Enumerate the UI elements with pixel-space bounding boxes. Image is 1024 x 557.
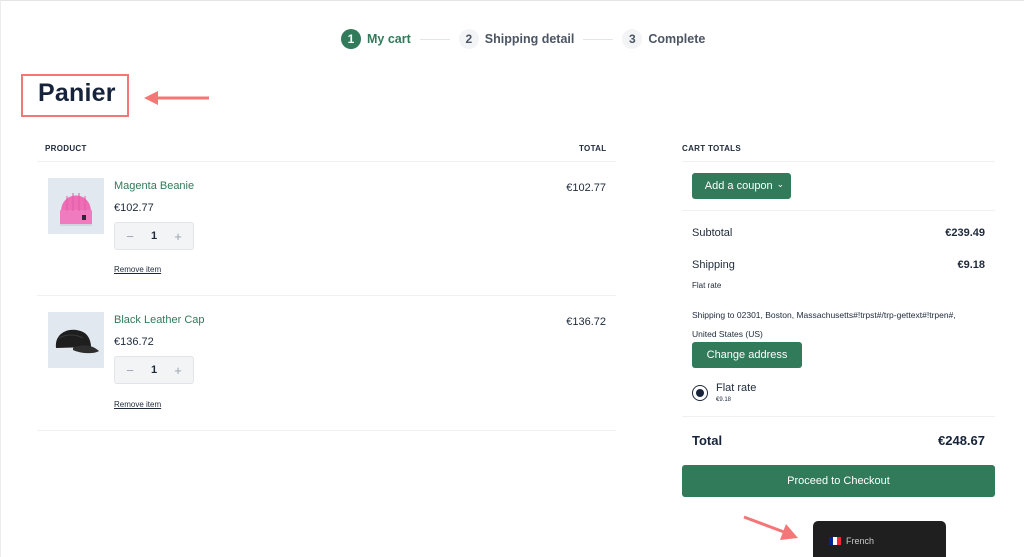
radio-selected-dot bbox=[696, 389, 704, 397]
quantity-value[interactable]: 1 bbox=[151, 364, 157, 376]
shipping-rate-label: Flat rate bbox=[716, 382, 757, 394]
total-label: Total bbox=[692, 433, 723, 448]
shipping-rate-radio[interactable] bbox=[692, 385, 708, 401]
step-divider bbox=[419, 38, 450, 40]
shipping-method: Flat rate bbox=[692, 281, 722, 290]
shipping-address: Shipping to 02301, Boston, Massachusetts… bbox=[692, 310, 956, 339]
proceed-to-checkout-button[interactable]: Proceed to Checkout bbox=[682, 465, 995, 497]
product-name-link[interactable]: Black Leather Cap bbox=[114, 314, 205, 326]
step-divider bbox=[583, 38, 614, 40]
shipping-rate-price: €9.18 bbox=[716, 397, 732, 403]
total-value: €248.67 bbox=[938, 433, 985, 448]
product-price: €136.72 bbox=[114, 336, 154, 348]
divider bbox=[37, 295, 616, 296]
column-header-product: PRODUCT bbox=[45, 144, 87, 153]
decrease-quantity-button[interactable]: − bbox=[123, 229, 137, 244]
annotation-arrow-icon bbox=[144, 91, 209, 105]
subtotal-label: Subtotal bbox=[692, 227, 733, 239]
checkout-stepper: 1 My cart 2 Shipping detail 3 Complete bbox=[341, 29, 705, 49]
step-number: 2 bbox=[458, 29, 479, 49]
subtotal-value: €239.49 bbox=[945, 227, 985, 239]
quantity-stepper: − 1 + bbox=[114, 356, 194, 384]
beanie-icon bbox=[60, 193, 92, 226]
product-image-magenta-beanie[interactable] bbox=[48, 178, 104, 234]
shipping-value: €9.18 bbox=[957, 259, 985, 271]
french-flag-icon bbox=[829, 537, 841, 545]
step-number: 1 bbox=[341, 29, 361, 49]
divider bbox=[37, 161, 616, 162]
flag-stripe-red bbox=[837, 537, 841, 545]
product-name-link[interactable]: Magenta Beanie bbox=[114, 180, 194, 192]
step-complete[interactable]: 3 Complete bbox=[622, 29, 705, 49]
step-number: 3 bbox=[622, 29, 643, 49]
line-total: €102.77 bbox=[566, 182, 606, 194]
increase-quantity-button[interactable]: + bbox=[171, 229, 185, 244]
add-coupon-button[interactable]: Add a coupon ⌄ bbox=[692, 173, 791, 199]
line-total: €136.72 bbox=[566, 316, 606, 328]
quantity-value[interactable]: 1 bbox=[151, 230, 157, 242]
remove-item-link[interactable]: Remove item bbox=[114, 400, 161, 409]
decrease-quantity-button[interactable]: − bbox=[123, 363, 137, 378]
add-coupon-label: Add a coupon bbox=[704, 180, 773, 192]
increase-quantity-button[interactable]: + bbox=[171, 363, 185, 378]
language-label: French bbox=[846, 536, 875, 546]
product-image-black-leather-cap[interactable] bbox=[48, 312, 104, 368]
remove-item-link[interactable]: Remove item bbox=[114, 265, 161, 274]
divider bbox=[682, 416, 995, 417]
page-title: Panier bbox=[38, 79, 116, 107]
step-my-cart[interactable]: 1 My cart bbox=[341, 29, 411, 49]
divider bbox=[682, 161, 995, 162]
product-price: €102.77 bbox=[114, 202, 154, 214]
divider bbox=[682, 210, 995, 211]
divider bbox=[37, 430, 616, 431]
chevron-down-icon: ⌄ bbox=[776, 178, 785, 189]
step-shipping-detail[interactable]: 2 Shipping detail bbox=[458, 29, 575, 49]
quantity-stepper: − 1 + bbox=[114, 222, 194, 250]
annotation-arrow-icon bbox=[743, 515, 798, 540]
cart-totals-heading: CART TOTALS bbox=[682, 144, 741, 153]
cap-icon bbox=[55, 329, 99, 354]
language-switcher[interactable]: French bbox=[813, 521, 946, 557]
change-address-button[interactable]: Change address bbox=[692, 342, 802, 368]
column-header-total: TOTAL bbox=[579, 144, 607, 153]
step-label: Complete bbox=[648, 32, 706, 46]
shipping-label: Shipping bbox=[692, 259, 735, 271]
step-label: Shipping detail bbox=[484, 32, 575, 46]
step-label: My cart bbox=[367, 32, 411, 46]
